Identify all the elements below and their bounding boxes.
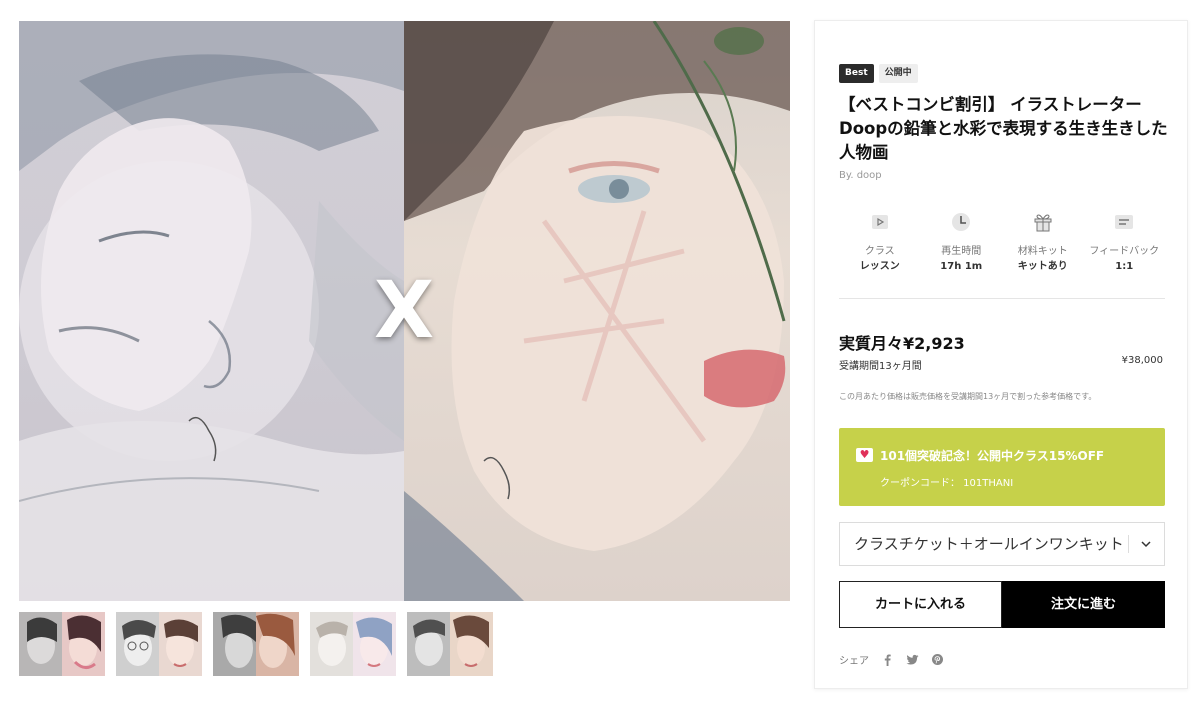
stat-feedback: フィードバック 1:1 xyxy=(1084,211,1166,275)
thumbnail-1[interactable] xyxy=(19,612,105,676)
stat-class-value: レッスン xyxy=(859,261,900,272)
product-page: X Best 公開中 【ベストコンビ割引】 イラストレーターDoopの鉛筆と水彩… xyxy=(0,0,1200,707)
promo-title: 101個突破記念！公開中クラス15%OFF xyxy=(880,449,1105,463)
thumbnail-strip xyxy=(19,612,493,676)
thumbnail-1-image xyxy=(19,612,105,676)
clock-icon xyxy=(952,213,971,231)
hero-image-right-portrait xyxy=(404,21,790,601)
public-badge: 公開中 xyxy=(878,64,918,83)
option-select[interactable]: クラスチケット＋オールインワンキット xyxy=(839,522,1165,566)
right-portrait-illustration xyxy=(404,21,790,601)
thumbnail-4[interactable] xyxy=(310,612,396,676)
hero-separator-x: X xyxy=(374,266,435,356)
twitter-icon[interactable] xyxy=(906,653,919,666)
section-divider xyxy=(839,298,1165,299)
thumbnail-5-image xyxy=(407,612,493,676)
gift-icon xyxy=(1034,214,1052,232)
thumbnail-4-image xyxy=(310,612,396,676)
stat-feedback-label: フィードバック xyxy=(1089,246,1160,257)
thumbnail-2-image xyxy=(116,612,202,676)
left-portrait-illustration xyxy=(19,21,404,601)
thumbnail-3-image xyxy=(213,612,299,676)
price-note: この月あたり価格は販売価格を受講期間13ヶ月で割った参考価格です。 xyxy=(839,392,1097,401)
stat-kit: 材料キット キットあり xyxy=(1002,211,1084,275)
stat-feedback-value: 1:1 xyxy=(1115,261,1134,272)
share-bar: シェア xyxy=(839,652,944,667)
feedback-icon xyxy=(1115,215,1134,229)
share-label: シェア xyxy=(839,656,869,667)
course-period: 受講期間13ヶ月間 xyxy=(839,361,922,372)
proceed-to-order-button[interactable]: 注文に進む xyxy=(1002,581,1165,628)
badge-group: Best 公開中 xyxy=(839,64,918,83)
heart-icon: ♥ xyxy=(856,448,873,462)
stat-class: クラス レッスン xyxy=(839,211,921,275)
play-icon xyxy=(871,215,888,229)
hero-image[interactable]: X xyxy=(19,21,790,601)
pinterest-icon[interactable] xyxy=(931,653,944,666)
thumbnail-3[interactable] xyxy=(213,612,299,676)
stat-kit-label: 材料キット xyxy=(1017,246,1068,257)
stat-duration-label: 再生時間 xyxy=(941,246,982,257)
class-stats: クラス レッスン 再生時間 17h 1m 材料キット キットあり フィードバック… xyxy=(839,211,1165,275)
stat-kit-value: キットあり xyxy=(1017,261,1068,272)
author-link[interactable]: By. doop xyxy=(839,170,882,181)
select-separator xyxy=(1128,535,1129,553)
thumbnail-2[interactable] xyxy=(116,612,202,676)
best-badge: Best xyxy=(839,64,874,83)
product-title: 【ベストコンビ割引】 イラストレーターDoopの鉛筆と水彩で表現する生き生きした… xyxy=(839,95,1168,162)
coupon-code: クーポンコード： 101THANI xyxy=(880,478,1014,489)
thumbnail-5[interactable] xyxy=(407,612,493,676)
stat-class-label: クラス xyxy=(864,246,895,257)
chevron-down-icon xyxy=(1141,541,1151,548)
promo-banner[interactable]: ♥ 101個突破記念！公開中クラス15%OFF クーポンコード： 101THAN… xyxy=(839,428,1165,506)
add-to-cart-button[interactable]: カートに入れる xyxy=(839,581,1002,628)
hero-image-left-portrait xyxy=(19,21,404,601)
total-price: ¥38,000 xyxy=(1121,355,1163,366)
monthly-price: 実質月々¥2,923 xyxy=(839,334,965,353)
option-select-value: クラスチケット＋オールインワンキット xyxy=(854,535,1124,553)
product-info-panel: Best 公開中 【ベストコンビ割引】 イラストレーターDoopの鉛筆と水彩で表… xyxy=(814,20,1188,689)
facebook-icon[interactable] xyxy=(881,653,894,666)
stat-duration: 再生時間 17h 1m xyxy=(921,211,1003,275)
stat-duration-value: 17h 1m xyxy=(940,261,983,272)
